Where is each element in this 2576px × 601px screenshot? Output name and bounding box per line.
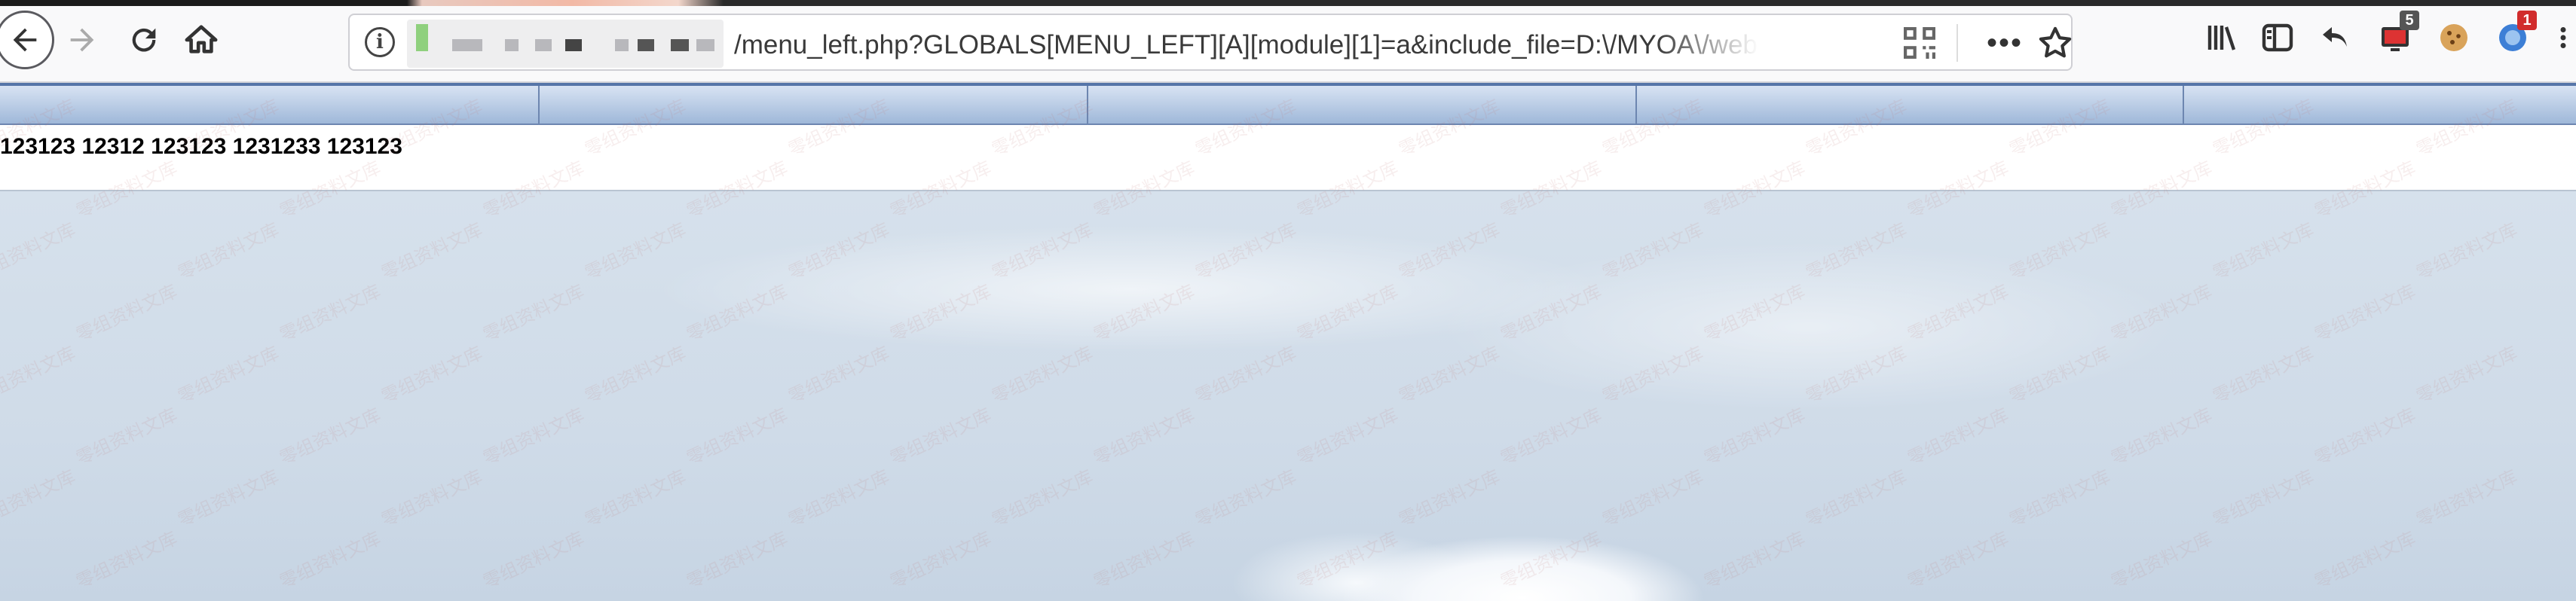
injected-content-text: 123123 12312 123123 1231233 123123	[0, 134, 402, 159]
sky-background	[0, 191, 2576, 601]
extension-button[interactable]: 1	[2492, 11, 2537, 59]
menu-tab[interactable]	[0, 86, 540, 124]
content-strip: 123123 12312 123123 1231233 123123	[0, 125, 2576, 191]
forward-icon	[70, 28, 94, 52]
tab-strip-edge	[0, 0, 2576, 6]
url-bar[interactable]: i /menu_left.php?GLOBALS[MENU_LEFT][A][m…	[348, 14, 2073, 71]
home-icon	[185, 25, 218, 53]
top-menu-bar	[0, 83, 2576, 125]
library-icon	[2207, 26, 2236, 50]
url-separator	[1956, 24, 1958, 62]
screenshot-button[interactable]: 5	[2374, 11, 2419, 59]
menu-tab[interactable]	[1088, 86, 1637, 124]
more-icon[interactable]: •••	[1987, 26, 2032, 60]
notification-badge: 1	[2517, 11, 2537, 30]
menu-tab[interactable]	[540, 86, 1088, 124]
bookmark-star-icon[interactable]	[2036, 24, 2074, 62]
redacted-hostname	[407, 20, 724, 68]
undo-button[interactable]	[2315, 17, 2357, 59]
cookie-icon	[2440, 24, 2467, 51]
back-icon	[13, 28, 37, 52]
overflow-button[interactable]	[2552, 17, 2574, 59]
reload-button[interactable]	[115, 11, 173, 69]
menu-tab[interactable]	[1637, 86, 2184, 124]
browser-toolbar: i /menu_left.php?GLOBALS[MENU_LEFT][A][m…	[0, 0, 2576, 83]
home-button[interactable]	[172, 11, 231, 69]
overflow-icon	[2560, 27, 2566, 48]
sidebar-button[interactable]	[2256, 17, 2299, 59]
forward-button[interactable]	[53, 11, 112, 69]
menu-tab[interactable]	[2184, 86, 2576, 124]
sidebar-icon	[2262, 23, 2293, 52]
qr-code-icon[interactable]	[1904, 27, 1935, 59]
reload-icon	[132, 28, 156, 52]
cookie-button[interactable]	[2433, 17, 2475, 59]
info-icon[interactable]: i	[365, 27, 395, 57]
url-text[interactable]: /menu_left.php?GLOBALS[MENU_LEFT][A][mod…	[734, 29, 1759, 62]
library-button[interactable]	[2201, 17, 2243, 59]
undo-icon	[2323, 27, 2347, 47]
screenshot-badge: 5	[2400, 11, 2419, 30]
back-button[interactable]	[0, 11, 54, 69]
